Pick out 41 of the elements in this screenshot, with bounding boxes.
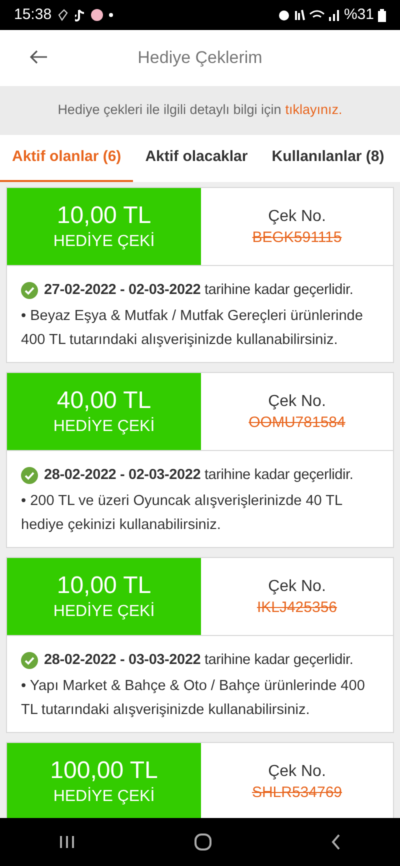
coupon-code: SHLR534769: [252, 782, 342, 802]
back-arrow-icon: [30, 50, 48, 64]
battery-percent: %31: [344, 4, 374, 25]
gift-amount: 40,00 TL: [56, 386, 152, 416]
status-time: 15:38: [14, 4, 52, 25]
check-circle-icon: [21, 282, 38, 298]
music-note-icon: [74, 8, 85, 22]
condition-text: • Beyaz Eşya & Mutfak / Mutfak Gereçleri ürünlerinde 400 TL tutarındaki alışverişinizde kullanabilirsiniz.: [21, 307, 364, 350]
page-title: Hediye Çeklerim: [138, 47, 262, 70]
gift-type: HEDİYE ÇEKİ: [53, 416, 155, 436]
code-label: Çek No.: [268, 762, 326, 782]
coupon-code: IKLJ425356: [256, 598, 338, 618]
gift-type: HEDİYE ÇEKİ: [53, 601, 155, 622]
validity-text: 27-02-2022 - 02-03-2022 tarihine kadar geçerlidir.: [44, 281, 354, 300]
coupon-code: OOMU781584: [248, 412, 346, 432]
gift-type: HEDİYE ÇEKİ: [53, 786, 155, 806]
home-icon[interactable]: [194, 833, 212, 851]
battery-icon: [378, 8, 386, 22]
more-notifications-icon: [108, 13, 113, 17]
code-label: Çek No.: [268, 576, 326, 596]
gift-amount: 10,00 TL: [56, 200, 152, 230]
back-icon[interactable]: [330, 834, 341, 850]
recent-apps-icon[interactable]: [59, 835, 76, 849]
tab[interactable]: Aktif olacaklar: [133, 135, 260, 182]
code-label: Çek No.: [268, 206, 326, 226]
validity-text: 28-02-2022 - 03-03-2022 tarihine kadar geçerlidir.: [44, 651, 354, 670]
info-text: Hediye çekleri ile ilgili detaylı bilgi için: [58, 101, 282, 120]
code-label: Çek No.: [268, 392, 326, 412]
wifi-icon: [308, 10, 325, 20]
check-circle-icon: [21, 466, 38, 484]
check-circle-icon: [21, 652, 38, 668]
gift-amount: 10,00 TL: [56, 570, 152, 600]
app-notification-icon: [90, 9, 103, 21]
coupon-code: BEGK591115: [252, 228, 342, 248]
gift-type: HEDİYE ÇEKİ: [53, 231, 155, 252]
tab[interactable]: Kullanılanlar (8): [260, 135, 396, 182]
validity-text: 28-02-2022 - 02-03-2022 tarihine kadar geçerlidir.: [44, 466, 354, 485]
gift-amount: 100,00 TL: [50, 756, 158, 786]
condition-text: • 200 TL ve üzeri Oyuncak alışverişlerinizde 40 TL hediye çekinizi kullanabilirsiniz.: [21, 492, 344, 535]
signal-icon: [328, 10, 340, 20]
condition-text: • Yapı Market & Bahçe & Oto / Bahçe ürünlerinde 400 TL tutarındaki alışverişinizde kullanabilirsiniz.: [21, 677, 366, 720]
